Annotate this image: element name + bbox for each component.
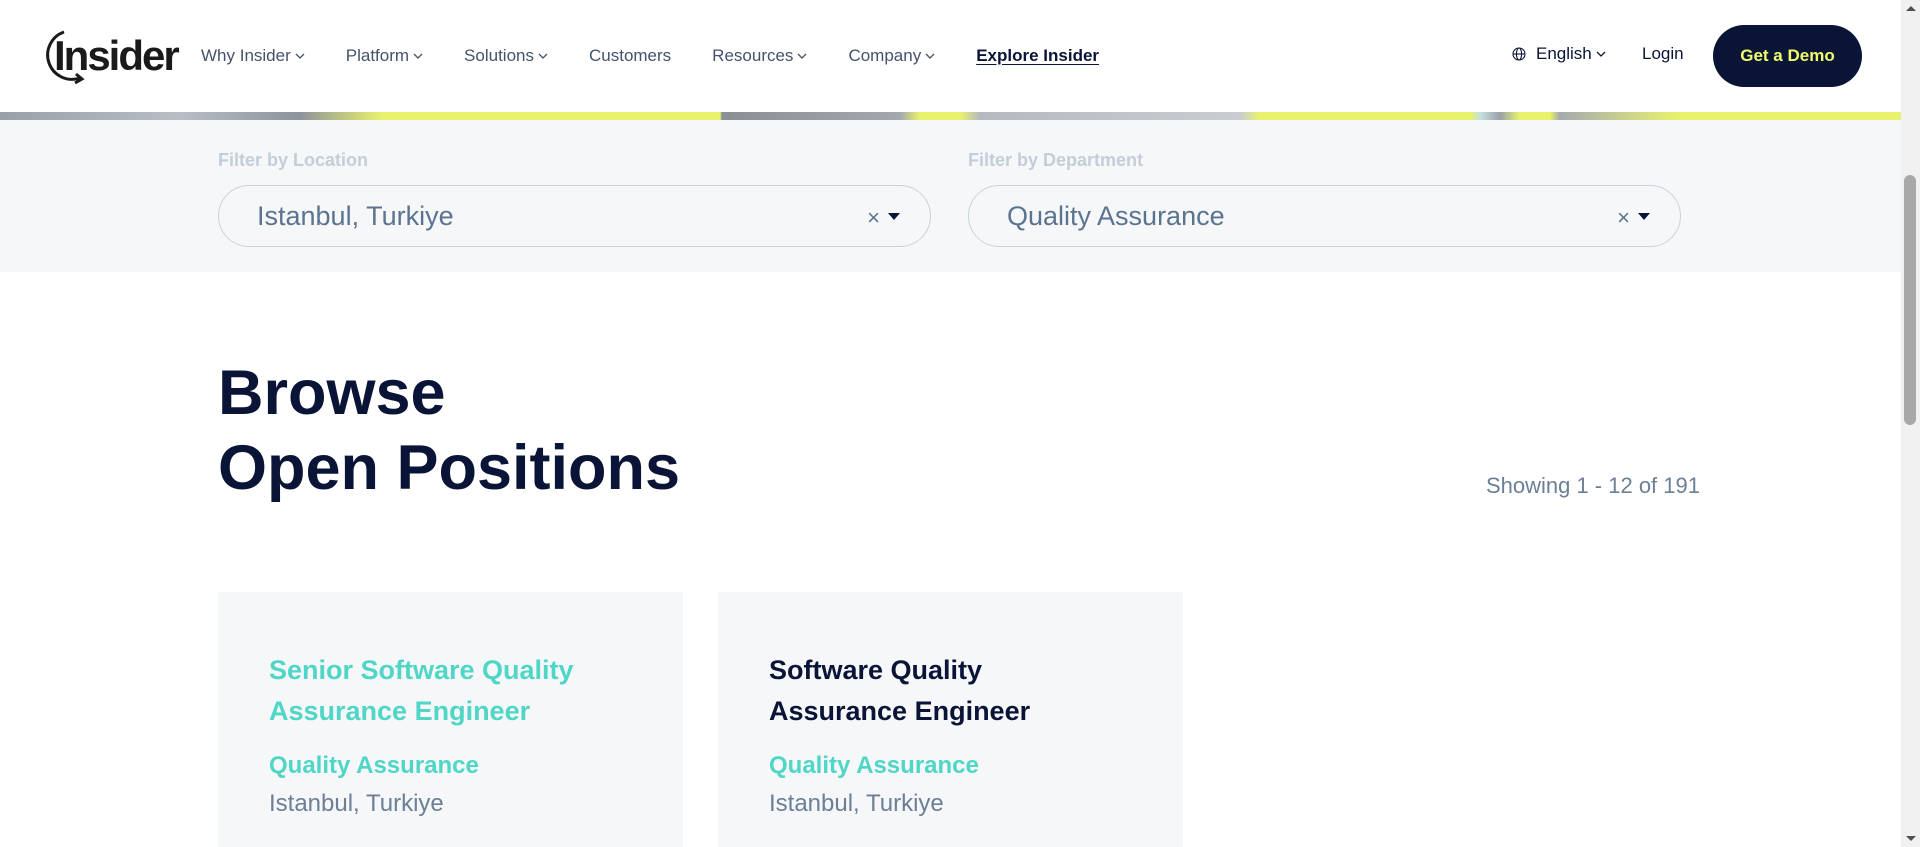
globe-icon — [1512, 47, 1526, 61]
department-filter-label: Filter by Department — [968, 150, 1144, 170]
nav-label: Explore Insider — [976, 46, 1100, 65]
nav-customers[interactable]: Customers — [589, 46, 671, 66]
location-filter-select[interactable]: Istanbul, Turkiye × — [218, 185, 931, 247]
filter-band: Filter by Location Istanbul, Turkiye × F… — [0, 120, 1901, 272]
scroll-up-arrow-icon[interactable] — [1906, 6, 1916, 11]
language-selector[interactable]: English — [1512, 44, 1606, 64]
hero-image-strip — [0, 112, 1901, 120]
job-card[interactable]: Software Quality Assurance Engineer Qual… — [718, 592, 1183, 847]
browse-title-line2: Open Positions — [218, 433, 681, 503]
caret-down-icon[interactable] — [888, 213, 900, 220]
department-filter-select[interactable]: Quality Assurance × — [968, 185, 1681, 247]
chevron-down-icon — [538, 53, 548, 59]
get-a-demo-button[interactable]: Get a Demo — [1713, 25, 1862, 87]
job-title: Software Quality Assurance Engineer — [769, 650, 1133, 732]
clear-department-icon[interactable]: × — [1617, 205, 1630, 231]
job-department: Quality Assurance — [769, 752, 979, 779]
nav-label: Resources — [712, 46, 794, 65]
job-department: Quality Assurance — [269, 752, 479, 779]
job-title-line2: Assurance Engineer — [769, 696, 1031, 726]
chevron-down-icon — [295, 53, 305, 59]
nav-solutions[interactable]: Solutions — [464, 46, 548, 66]
nav-resources[interactable]: Resources — [712, 46, 807, 66]
nav-explore-insider[interactable]: Explore Insider — [976, 46, 1099, 66]
logo-text: Insider — [54, 32, 180, 79]
chevron-down-icon — [413, 53, 423, 59]
job-title-line2: Assurance Engineer — [269, 696, 531, 726]
nav-platform[interactable]: Platform — [346, 46, 423, 66]
location-filter-label: Filter by Location — [218, 150, 369, 170]
chevron-down-icon — [797, 53, 807, 59]
nav-company[interactable]: Company — [848, 46, 935, 66]
nav-label: Why Insider — [201, 46, 291, 65]
nav-why-insider[interactable]: Why Insider — [201, 46, 305, 66]
chevron-down-icon — [1596, 51, 1606, 57]
site-header: Insider Why Insider Platform Solutions C… — [0, 0, 1901, 112]
main-nav: Why Insider Platform Solutions Customers… — [201, 0, 1140, 112]
insider-logo[interactable]: Insider — [40, 26, 180, 86]
clear-location-icon[interactable]: × — [867, 205, 880, 231]
nav-label: Customers — [588, 46, 672, 65]
login-link[interactable]: Login — [1642, 44, 1684, 64]
location-filter-group: Filter by Location Istanbul, Turkiye × — [218, 150, 931, 247]
job-card[interactable]: Senior Software Quality Assurance Engine… — [218, 592, 683, 847]
nav-label: Solutions — [464, 46, 534, 65]
language-label: English — [1536, 44, 1592, 63]
job-title: Senior Software Quality Assurance Engine… — [269, 650, 633, 732]
location-filter-value: Istanbul, Turkiye — [257, 200, 454, 231]
nav-label: Company — [848, 46, 922, 65]
job-location: Istanbul, Turkiye — [269, 790, 444, 817]
department-filter-value: Quality Assurance — [1007, 200, 1225, 231]
chevron-down-icon — [925, 53, 935, 59]
job-title-line1: Software Quality — [769, 655, 983, 685]
scroll-down-arrow-icon[interactable] — [1906, 836, 1916, 841]
department-filter-group: Filter by Department Quality Assurance × — [968, 150, 1681, 247]
results-count: Showing 1 - 12 of 191 — [1485, 473, 1700, 498]
nav-label: Platform — [345, 46, 410, 65]
job-location: Istanbul, Turkiye — [769, 790, 944, 817]
caret-down-icon[interactable] — [1638, 213, 1650, 220]
job-title-line1: Senior Software Quality — [269, 655, 574, 685]
scrollbar-thumb[interactable] — [1904, 175, 1916, 425]
browse-title: Browse Open Positions — [218, 356, 680, 506]
browse-title-line1: Browse — [218, 358, 446, 428]
page-scrollbar[interactable] — [1901, 0, 1920, 847]
